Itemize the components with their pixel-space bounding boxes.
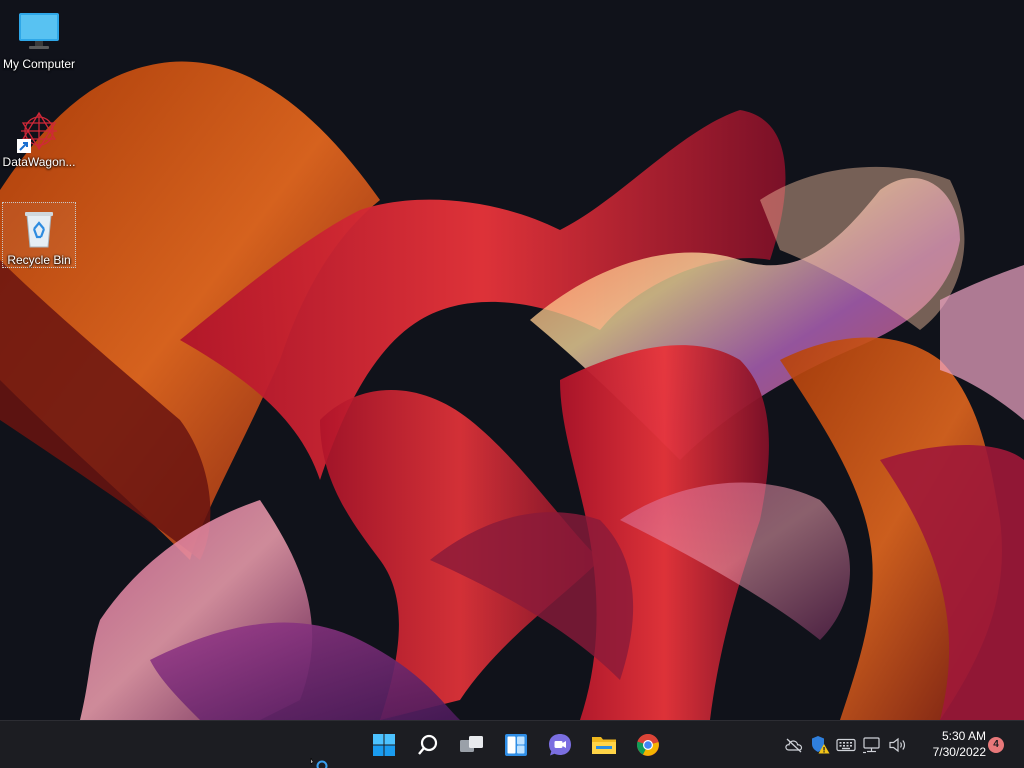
search-icon <box>418 734 438 755</box>
clock-time: 5:30 AM <box>941 729 986 743</box>
security-warning-icon[interactable] <box>810 735 830 755</box>
clock[interactable]: 5:30 AM 7/30/2022 <box>922 728 986 760</box>
chrome-icon <box>636 734 659 756</box>
file-explorer-button[interactable] <box>584 725 624 765</box>
chrome-button[interactable] <box>628 725 668 765</box>
datawagon-app-icon <box>17 109 61 153</box>
desktop-icon-label: DataWagon... <box>2 155 76 169</box>
clock-date: 7/30/2022 <box>932 745 986 759</box>
task-view-button[interactable] <box>452 725 492 765</box>
teams-chat-icon <box>549 734 571 756</box>
shortcut-arrow-icon <box>17 139 31 153</box>
busy-cursor-icon <box>310 758 328 768</box>
onedrive-offline-icon[interactable] <box>784 735 804 755</box>
file-explorer-icon <box>592 737 616 754</box>
task-view-icon <box>460 736 483 752</box>
taskbar-pinned-apps <box>364 725 668 765</box>
desktop-icon-datawagon[interactable]: DataWagon... <box>2 104 76 170</box>
desktop-icon-label: Recycle Bin <box>7 253 71 267</box>
keyboard-icon[interactable] <box>836 735 856 755</box>
notification-badge[interactable]: 4 <box>988 737 1004 753</box>
system-tray <box>784 733 908 757</box>
monitor-icon <box>17 11 61 55</box>
chat-button[interactable] <box>540 725 580 765</box>
volume-icon[interactable] <box>888 735 908 755</box>
widgets-button[interactable] <box>496 725 536 765</box>
start-button[interactable] <box>364 725 404 765</box>
network-icon[interactable] <box>862 735 882 755</box>
desktop-icon-recycle-bin[interactable]: Recycle Bin <box>2 202 76 268</box>
widgets-icon <box>505 734 527 756</box>
windows-start-icon <box>373 734 395 756</box>
recycle-bin-icon <box>17 207 61 251</box>
desktop-icon-label: My Computer <box>2 57 76 71</box>
search-button[interactable] <box>408 725 448 765</box>
desktop-wallpaper <box>0 0 1024 720</box>
desktop-icon-my-computer[interactable]: My Computer <box>2 6 76 72</box>
taskbar: 5:30 AM 7/30/2022 4 <box>0 720 1024 768</box>
